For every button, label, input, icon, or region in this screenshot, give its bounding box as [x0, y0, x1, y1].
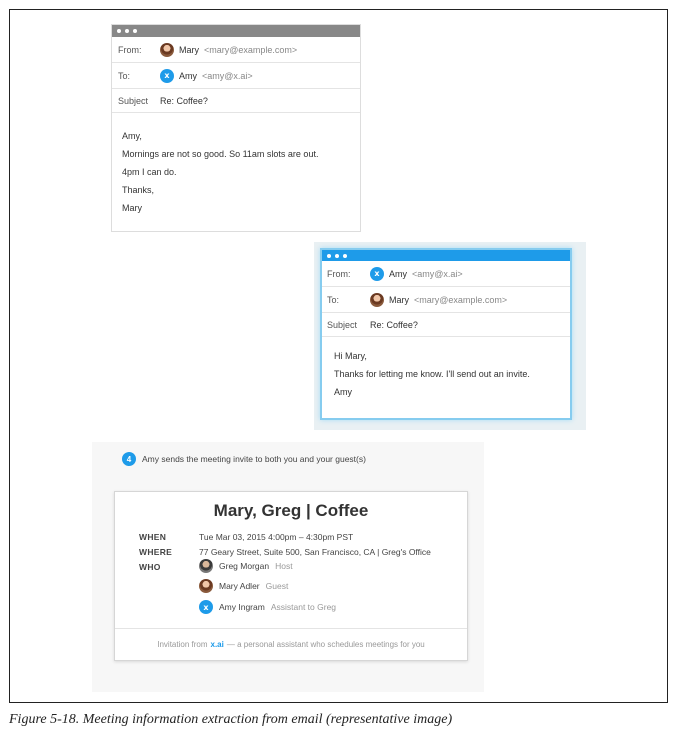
meeting-invite-card: Mary, Greg | Coffee WHEN Tue Mar 03, 201… [114, 491, 468, 661]
email-window-mary: From: Mary <mary@example.com> To: x Amy … [111, 24, 361, 232]
from-label: From: [118, 44, 142, 55]
from-label: From: [327, 268, 351, 279]
when-value: Tue Mar 03, 2015 4:00pm – 4:30pm PST [199, 532, 354, 542]
from-name: Amy [389, 268, 407, 279]
window-dot-icon [117, 29, 121, 33]
from-address: <amy@x.ai> [412, 268, 463, 279]
footer-suffix: — a personal assistant who schedules mee… [226, 640, 425, 649]
to-row: To: x Amy <amy@x.ai> [112, 63, 360, 89]
to-address: <mary@example.com> [414, 294, 508, 305]
figure-caption: Figure 5-18. Meeting information extract… [9, 712, 453, 727]
from-address: <mary@example.com> [204, 44, 298, 55]
email-body: Amy, Mornings are not so good. So 11am s… [112, 113, 360, 231]
where-value: 77 Geary Street, Suite 500, San Francisc… [199, 547, 431, 557]
to-address: <amy@x.ai> [202, 70, 253, 81]
x-ai-logo-icon: x [370, 266, 384, 281]
mary-avatar [160, 42, 174, 57]
body-line: Mornings are not so good. So 11am slots … [122, 149, 319, 159]
when-row: WHEN Tue Mar 03, 2015 4:00pm – 4:30pm PS… [139, 532, 353, 542]
window-dot-icon [327, 253, 331, 258]
body-line: Thanks for letting me know. I'll send ou… [334, 369, 530, 379]
subject-text: Re: Coffee? [160, 95, 208, 106]
to-name: Amy [179, 70, 197, 81]
body-line: Thanks, [122, 185, 155, 195]
to-label: To: [118, 70, 131, 81]
from-row: From: x Amy <amy@x.ai> [322, 261, 570, 287]
where-row: WHERE 77 Geary Street, Suite 500, San Fr… [139, 547, 431, 557]
to-row: To: Mary <mary@example.com> [322, 287, 570, 313]
mary-avatar [370, 292, 384, 307]
attendee-row: x Amy Ingram Assistant to Greg [199, 600, 336, 614]
to-name: Mary [389, 294, 409, 305]
x-ai-logo-icon: x [199, 600, 213, 614]
to-label: To: [327, 294, 340, 305]
window-dot-icon [335, 253, 339, 258]
subject-row: Subject Re: Coffee? [112, 89, 360, 113]
step-caption: 4 Amy sends the meeting invite to both y… [122, 452, 366, 466]
window-title-bar [322, 250, 570, 261]
attendee-name: Amy Ingram [219, 602, 265, 612]
from-name: Mary [179, 44, 199, 55]
attendee-row: Mary Adler Guest [199, 579, 288, 593]
invite-footer: Invitation from x.ai — a personal assist… [115, 628, 467, 660]
from-row: From: Mary <mary@example.com> [112, 37, 360, 63]
step-number: 4 [122, 452, 136, 466]
footer-prefix: Invitation from [157, 640, 208, 649]
email-window-amy: From: x Amy <amy@x.ai> To: Mary <mary@ex… [320, 248, 572, 420]
body-line: Amy [334, 387, 352, 397]
step-text: Amy sends the meeting invite to both you… [142, 454, 366, 464]
body-line: 4pm I can do. [122, 167, 177, 177]
body-line: Hi Mary, [334, 351, 367, 361]
attendee-row: Greg Morgan Host [199, 559, 293, 573]
x-ai-logo-icon: x [160, 68, 174, 83]
attendee-role: Assistant to Greg [270, 602, 337, 612]
attendee-role: Guest [265, 581, 289, 591]
attendee-role: Host [275, 561, 293, 571]
body-line: Amy, [122, 131, 142, 141]
attendee-name: Mary Adler [219, 581, 260, 591]
where-label: WHERE [139, 547, 173, 557]
email-body: Hi Mary, Thanks for letting me know. I'l… [322, 337, 570, 411]
subject-label: Subject [118, 95, 149, 106]
invite-title: Mary, Greg | Coffee [213, 501, 369, 520]
attendee-name: Greg Morgan [219, 561, 270, 571]
window-dot-icon [133, 29, 137, 33]
window-dot-icon [343, 253, 347, 258]
greg-avatar [199, 559, 213, 573]
subject-text: Re: Coffee? [370, 319, 418, 330]
body-line: Mary [122, 203, 142, 213]
subject-label: Subject [327, 319, 358, 330]
who-row: WHO [139, 562, 199, 572]
subject-row: Subject Re: Coffee? [322, 313, 570, 337]
window-dot-icon [125, 29, 129, 33]
x-ai-link[interactable]: x.ai [211, 640, 224, 649]
window-title-bar [112, 25, 360, 37]
mary-avatar [199, 579, 213, 593]
when-label: WHEN [139, 532, 167, 542]
who-label: WHO [139, 562, 161, 572]
